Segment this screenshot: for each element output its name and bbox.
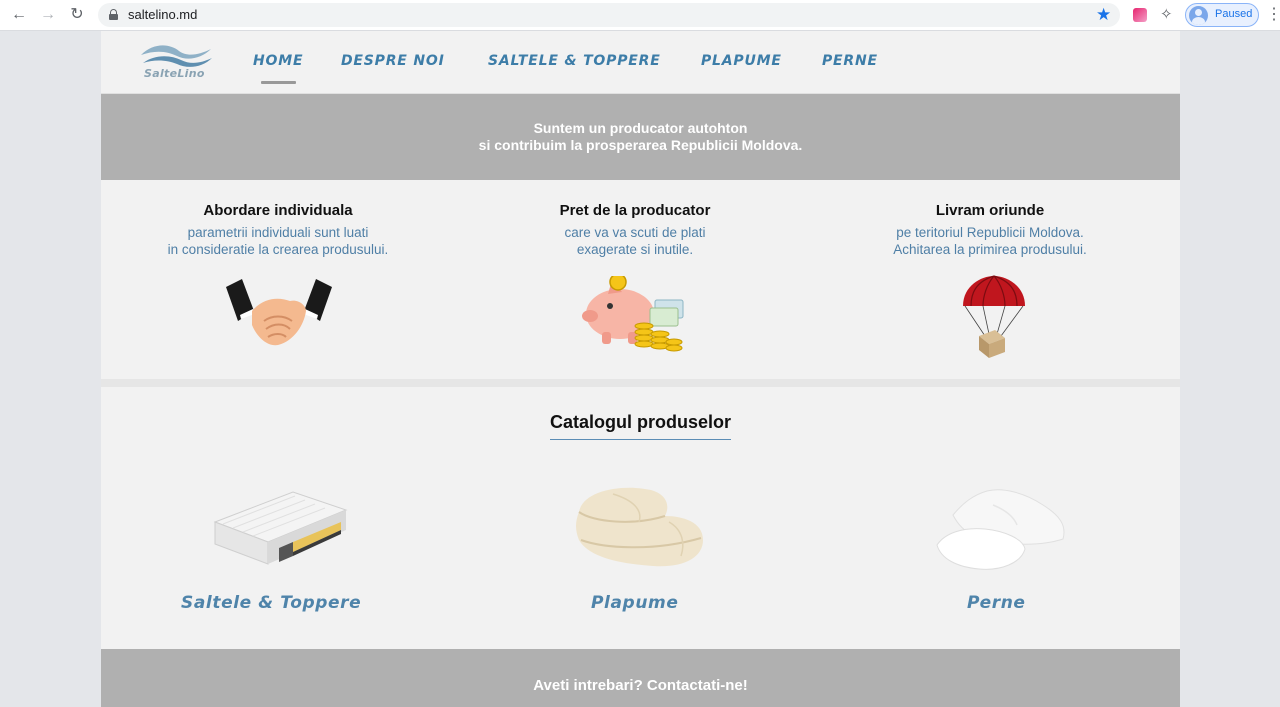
avatar-icon	[1189, 6, 1208, 25]
catalog-title: Catalogul produselor	[549, 412, 731, 432]
nav-despre-noi[interactable]: DESPRE NOI	[341, 53, 445, 69]
puzzle-icon[interactable]: ✧	[1160, 5, 1173, 25]
nav-perne[interactable]: PERNE	[822, 53, 878, 69]
feature-text-line: care va va scuti de plati	[564, 225, 706, 240]
product-link-saltele[interactable]: Saltele & Toppere	[181, 593, 361, 613]
nav-plapume[interactable]: PLAPUME	[701, 53, 782, 69]
feature-text-line: pe teritoriul Republicii Moldova.	[896, 225, 1084, 240]
site-logo[interactable]: SalteLino	[139, 41, 214, 83]
handshake-icon	[224, 275, 334, 355]
feature-text-line: in consideratie la crearea produsului.	[167, 242, 389, 257]
contact-bar: Aveti intrebari? Contactati-ne!	[101, 649, 1180, 707]
active-nav-indicator	[261, 81, 296, 84]
back-arrow-icon[interactable]: ←	[8, 4, 30, 26]
more-vert-icon[interactable]: ⋮	[1266, 5, 1280, 25]
forward-arrow-icon[interactable]: →	[37, 4, 59, 26]
profile-status: Paused	[1215, 8, 1253, 20]
url-text[interactable]: saltelino.md	[128, 7, 197, 22]
catalog-title-underline	[550, 439, 731, 440]
page-content: SalteLino HOME DESPRE NOI SALTELE & TOPP…	[101, 31, 1180, 707]
banner-line-2: si contribuim la prosperarea Republicii …	[478, 137, 803, 153]
feature-text-line: parametrii individuali sunt luati	[187, 225, 369, 240]
duvet-icon[interactable]	[573, 482, 708, 577]
lock-icon[interactable]	[109, 9, 118, 20]
address-bar[interactable]: saltelino.md	[98, 3, 1120, 27]
mattress-icon[interactable]	[213, 482, 348, 582]
reload-icon[interactable]: ↻	[66, 4, 88, 26]
parachute-delivery-icon	[959, 274, 1029, 365]
site-header: SalteLino HOME DESPRE NOI SALTELE & TOPP…	[101, 31, 1180, 94]
bookmark-star-icon[interactable]: ★	[1096, 5, 1111, 25]
hero-banner: Suntem un producator autohton si contrib…	[101, 94, 1180, 180]
features-section: Abordare individuala parametrii individu…	[101, 180, 1180, 379]
piggy-bank-icon	[580, 273, 690, 361]
feature-individual: Abordare individuala parametrii individu…	[108, 202, 448, 258]
profile-button[interactable]: Paused	[1185, 3, 1259, 27]
product-link-perne[interactable]: Perne	[967, 593, 1026, 613]
section-divider	[101, 379, 1180, 387]
browser-toolbar: ← → ↻ saltelino.md ★ ✧ Paused ⋮	[0, 0, 1280, 31]
nav-saltele-toppere[interactable]: SALTELE & TOPPERE	[488, 53, 661, 69]
catalog-section: Catalogul produselor Saltele & Toppere P…	[101, 387, 1180, 649]
logo-text: SalteLino	[144, 67, 205, 80]
feature-text-line: exagerate si inutile.	[576, 242, 694, 257]
feature-title: Livram oriunde	[935, 202, 1045, 219]
contact-cta[interactable]: Aveti intrebari? Contactati-ne!	[533, 677, 747, 694]
extension-icon[interactable]	[1133, 8, 1147, 22]
banner-line-1: Suntem un producator autohton	[533, 120, 748, 136]
feature-delivery: Livram oriunde pe teritoriul Republicii …	[820, 202, 1160, 258]
feature-title: Abordare individuala	[203, 202, 353, 219]
feature-text-line: Achitarea la primirea produsului.	[893, 242, 1087, 257]
feature-price: Pret de la producator care va va scuti d…	[465, 202, 805, 258]
pillow-icon[interactable]	[933, 485, 1068, 580]
feature-title: Pret de la producator	[559, 202, 711, 219]
product-link-plapume[interactable]: Plapume	[591, 593, 678, 613]
nav-home[interactable]: HOME	[253, 53, 303, 69]
